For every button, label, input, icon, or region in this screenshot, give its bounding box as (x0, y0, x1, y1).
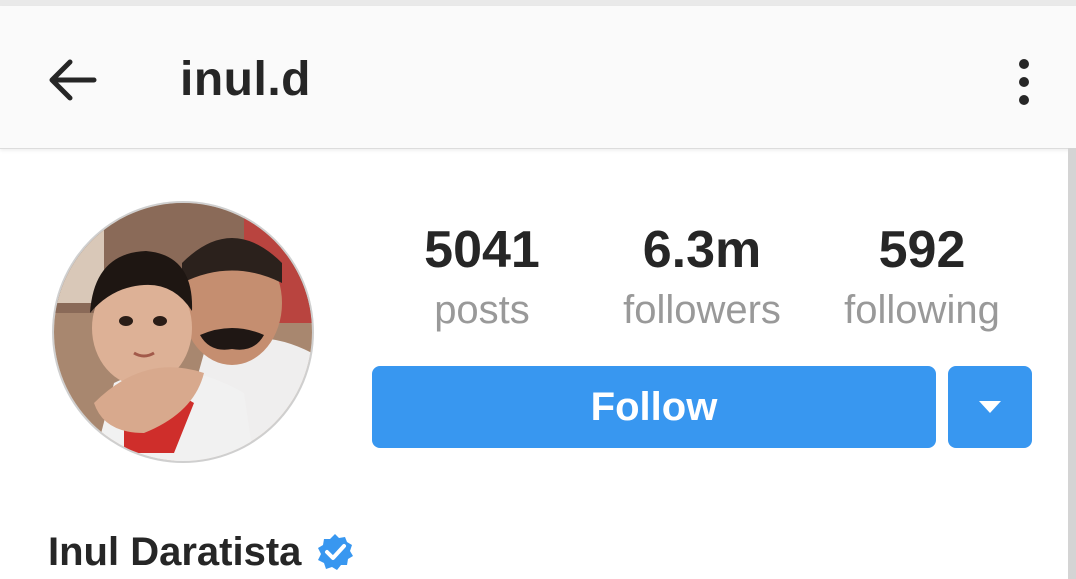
profile-full-name: Inul Daratista (48, 530, 302, 574)
stat-followers-label: followers (623, 288, 781, 332)
top-app-bar: inul.d (0, 6, 1076, 149)
profile-photo (54, 203, 312, 461)
scroll-edge (1068, 148, 1076, 579)
verified-badge-icon (318, 534, 354, 570)
caret-down-icon (979, 401, 1001, 413)
full-name-row: Inul Daratista (48, 526, 355, 578)
stat-posts[interactable]: 5041 posts (382, 220, 582, 336)
stat-following-label: following (844, 288, 1000, 332)
stat-posts-label: posts (434, 288, 530, 332)
stat-following[interactable]: 592 following (822, 220, 1022, 336)
profile-username: inul.d (180, 53, 311, 106)
arrow-left-icon (49, 59, 97, 101)
stat-followers[interactable]: 6.3m followers (602, 220, 802, 336)
stat-posts-value: 5041 (424, 221, 540, 279)
more-vertical-icon-dot (1019, 77, 1029, 87)
avatar[interactable] (54, 203, 312, 461)
profile-screen: inul.d 5041 posts 6.3m followers 592 fol… (0, 0, 1076, 579)
more-vertical-icon-dot (1019, 95, 1029, 105)
stat-following-value: 592 (878, 221, 966, 279)
suggestions-dropdown-button[interactable] (948, 366, 1032, 448)
back-button[interactable] (36, 48, 108, 112)
more-vertical-icon (1019, 59, 1029, 69)
follow-button[interactable]: Follow (372, 366, 936, 448)
stat-followers-value: 6.3m (642, 221, 762, 279)
more-options-button[interactable] (996, 46, 1052, 118)
